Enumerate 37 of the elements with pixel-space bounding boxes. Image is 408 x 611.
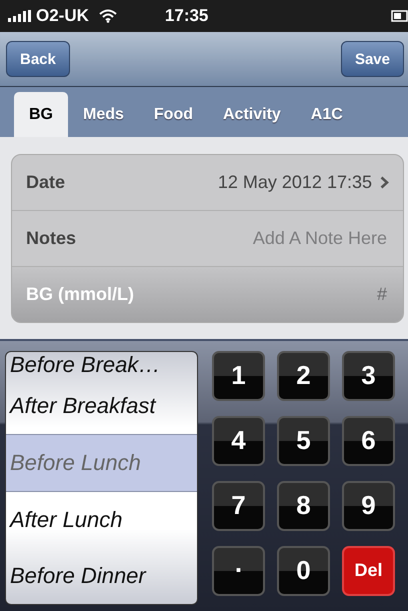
tab[interactable]: Meds xyxy=(68,92,139,138)
picker-item[interactable]: After Breakfast xyxy=(6,378,197,434)
back-button[interactable]: Back xyxy=(6,41,70,78)
carrier-name: O2-UK xyxy=(36,6,89,26)
bg-field[interactable]: # xyxy=(142,283,389,306)
delete-key[interactable]: Del xyxy=(342,546,395,596)
field-label: Date xyxy=(26,172,66,194)
keypad-key[interactable]: 0 xyxy=(277,546,330,596)
keypad-key[interactable]: 1 xyxy=(212,350,265,401)
tab[interactable]: A1C xyxy=(296,92,358,138)
keypad-key[interactable]: 6 xyxy=(342,416,395,466)
keypad-key[interactable]: 5 xyxy=(277,416,330,466)
field-label: BG (mmol/L) xyxy=(26,284,134,306)
picker-item[interactable]: Before Dinner xyxy=(6,548,197,604)
date-value[interactable]: 12 May 2012 17:35 xyxy=(218,172,372,194)
keypad-key[interactable]: 3 xyxy=(342,350,395,401)
tab[interactable]: Food xyxy=(138,92,208,138)
picker-item[interactable]: After Lunch xyxy=(6,492,197,548)
field-label: Notes xyxy=(26,228,76,250)
notes-field[interactable]: Add A Note Here xyxy=(84,227,389,250)
meal-picker[interactable]: Before Break… After Breakfast Before Lunch After Lunch Before Dinner xyxy=(5,350,198,605)
wifi-icon xyxy=(98,9,117,24)
keypad-key[interactable]: 4 xyxy=(212,416,265,466)
signal-icon xyxy=(8,10,32,22)
tab[interactable]: BG xyxy=(14,92,68,138)
keypad-key[interactable]: 8 xyxy=(277,480,330,531)
battery-icon xyxy=(391,10,408,22)
keypad-key[interactable]: . xyxy=(212,546,265,596)
tab[interactable]: Activity xyxy=(208,92,296,138)
keypad-key[interactable]: 7 xyxy=(212,480,265,531)
picker-item[interactable]: Before Lunch xyxy=(6,434,197,492)
keypad-key[interactable]: 9 xyxy=(342,480,395,531)
picker-item[interactable]: Before Break… xyxy=(6,352,197,378)
chevron-icon xyxy=(380,176,389,190)
status-time: 17:35 xyxy=(164,6,210,26)
save-button[interactable]: Save xyxy=(340,41,404,78)
keypad-key[interactable]: 2 xyxy=(277,350,330,401)
